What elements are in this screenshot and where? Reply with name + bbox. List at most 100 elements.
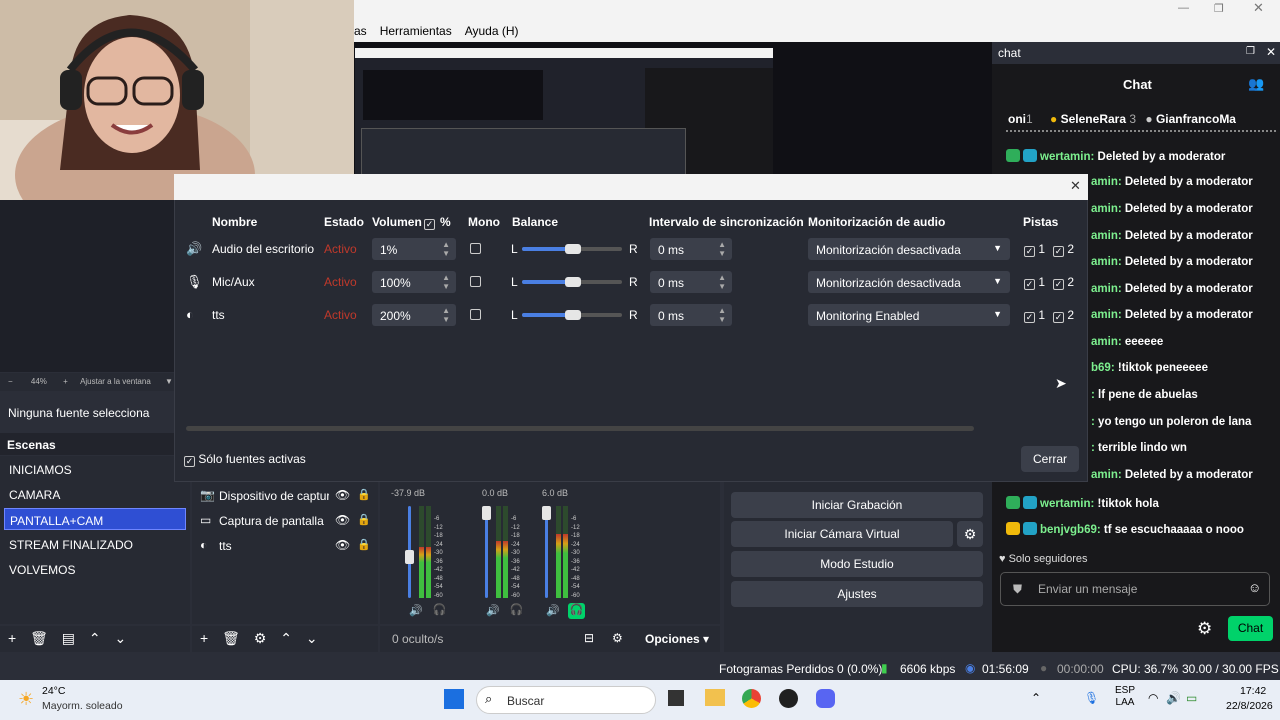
speaker-icon[interactable]: 🔊 [409,604,423,617]
studio-mode-button[interactable]: Modo Estudio [731,551,983,577]
emoji-icon[interactable]: ☺ [1248,580,1261,595]
send-chat-button[interactable]: Chat [1228,616,1273,641]
eye-icon[interactable]: 👁 [335,488,350,502]
balance-slider-knob[interactable] [565,244,581,254]
sync-offset-input[interactable]: 0 ms ▲ ▼ [650,238,732,260]
track-1-checkbox[interactable]: 1 [1024,275,1045,290]
source-name[interactable]: Captura de pantalla [219,514,329,528]
users-icon[interactable]: 👥 [1248,76,1264,92]
obs-icon[interactable] [779,689,798,708]
source-name[interactable]: Dispositivo de captura [219,489,329,503]
gear-icon[interactable]: ⚙ [1197,619,1212,639]
chevron-up-icon[interactable]: ⌃ [280,630,292,646]
track-1-checkbox[interactable]: 1 [1024,242,1045,257]
sync-offset-input[interactable]: 0 ms ▲ ▼ [650,271,732,293]
scene-item[interactable]: INICIAMOS [4,458,186,480]
layout-icon[interactable]: ⊟ [584,631,594,645]
close-dialog-button[interactable]: Cerrar [1021,446,1079,472]
chevron-down-icon[interactable]: ⌄ [115,630,127,646]
chrome-icon[interactable] [742,689,761,708]
close-window-icon[interactable]: ✕ [1253,0,1264,16]
volume-fader-knob[interactable] [405,550,414,564]
chat-input[interactable]: ⛊ Enviar un mensaje ☺ [1000,572,1270,606]
eye-icon[interactable]: 👁 [335,513,350,527]
gear-icon[interactable]: ⚙ [254,630,267,646]
close-dock-icon[interactable]: ✕ [1266,45,1276,59]
add-icon[interactable]: + [200,630,208,646]
balance-slider-knob[interactable] [565,277,581,287]
zoom-out-icon[interactable]: − [8,377,13,386]
scene-item[interactable]: PANTALLA+CAM [4,508,186,530]
speaker-icon[interactable]: 🔊 [546,604,560,617]
chevron-up-icon[interactable]: ⌃ [1031,691,1041,705]
discord-icon[interactable] [816,689,835,708]
lock-icon[interactable]: 🔒 [357,538,371,551]
volume-fader-knob[interactable] [542,506,551,520]
track-1-checkbox[interactable]: 1 [1024,308,1045,323]
menu-item-tools-partial[interactable]: as [354,24,367,38]
mono-checkbox[interactable] [470,276,481,290]
virtual-camera-settings-icon[interactable]: ⚙ [957,521,983,547]
filter-icon[interactable]: ▤ [62,630,75,646]
horizontal-scrollbar[interactable] [186,426,974,431]
virtual-camera-button[interactable]: Iniciar Cámara Virtual [731,521,953,547]
trash-icon[interactable]: 🗑 [222,630,240,646]
volume-fader-knob[interactable] [482,506,491,520]
dialog-close-icon[interactable]: ✕ [1070,178,1081,194]
chevron-down-icon[interactable]: ⌄ [306,630,318,646]
taskbar-search[interactable]: ⌕ Buscar [476,686,656,714]
eye-icon[interactable]: 👁 [335,538,350,552]
scene-item[interactable]: STREAM FINALIZADO [4,533,186,555]
fit-window[interactable]: Ajustar a la ventana [80,377,151,386]
menu-item-help[interactable]: Ayuda (H) [465,24,519,38]
stepper-arrows-icon[interactable]: ▲ ▼ [718,306,726,324]
add-icon[interactable]: + [8,630,16,646]
zoom-in-icon[interactable]: + [63,377,68,386]
settings-button[interactable]: Ajustes [731,581,983,607]
chevron-up-icon[interactable]: ⌃ [89,630,101,646]
volume-input[interactable]: 100% ▲ ▼ [372,271,456,293]
terminal-icon[interactable] [668,690,684,706]
mono-checkbox[interactable] [470,309,481,323]
stepper-arrows-icon[interactable]: ▲ ▼ [442,273,450,291]
lock-icon[interactable]: 🔒 [357,513,371,526]
headphones-icon[interactable]: 🎧 [568,603,585,619]
track-2-checkbox[interactable]: 2 [1053,275,1074,290]
trash-icon[interactable]: 🗑 [30,630,48,646]
volume-icon[interactable]: 🔊 [1166,691,1181,705]
track-2-checkbox[interactable]: 2 [1053,242,1074,257]
monitoring-select[interactable]: Monitorización desactivada ▼ [808,271,1010,293]
stepper-arrows-icon[interactable]: ▲ ▼ [442,306,450,324]
stepper-arrows-icon[interactable]: ▲ ▼ [718,273,726,291]
maximize-icon[interactable]: ❐ [1214,2,1224,15]
track-2-checkbox[interactable]: 2 [1053,308,1074,323]
stepper-arrows-icon[interactable]: ▲ ▼ [718,240,726,258]
wifi-icon[interactable]: ◠ [1148,691,1158,705]
float-icon[interactable]: ❐ [1246,46,1255,57]
volume-input[interactable]: 1% ▲ ▼ [372,238,456,260]
options-button[interactable]: Opciones ▾ [645,632,709,646]
windows-start-icon[interactable] [444,689,464,709]
battery-icon[interactable]: ▭ [1186,691,1197,705]
volume-input[interactable]: 200% ▲ ▼ [372,304,456,326]
clock-date[interactable]: 22/8/2026 [1226,700,1273,712]
record-button[interactable]: Iniciar Grabación [731,492,983,518]
sync-offset-input[interactable]: 0 ms ▲ ▼ [650,304,732,326]
language[interactable]: ESP LAA [1115,685,1135,709]
folder-icon[interactable] [705,689,725,706]
monitoring-select[interactable]: Monitorización desactivada ▼ [808,238,1010,260]
mono-checkbox[interactable] [470,243,481,257]
scene-item[interactable]: VOLVEMOS [4,558,186,580]
headphones-icon[interactable]: 🎧 [431,603,448,619]
only-active-toggle[interactable]: Sólo fuentes activas [184,452,306,467]
chevron-down-icon[interactable]: ▼ [165,377,173,386]
mixer-settings-icon[interactable]: ⚙ [612,631,623,645]
percent-checkbox[interactable] [424,216,435,230]
lock-icon[interactable]: 🔒 [357,488,371,501]
clock-time[interactable]: 17:42 [1240,685,1266,697]
weather-icon[interactable]: ☀ [18,689,34,710]
headphones-icon[interactable]: 🎧 [508,603,525,619]
stepper-arrows-icon[interactable]: ▲ ▼ [442,240,450,258]
minimize-icon[interactable]: — [1178,2,1189,14]
source-name[interactable]: tts [219,539,329,553]
